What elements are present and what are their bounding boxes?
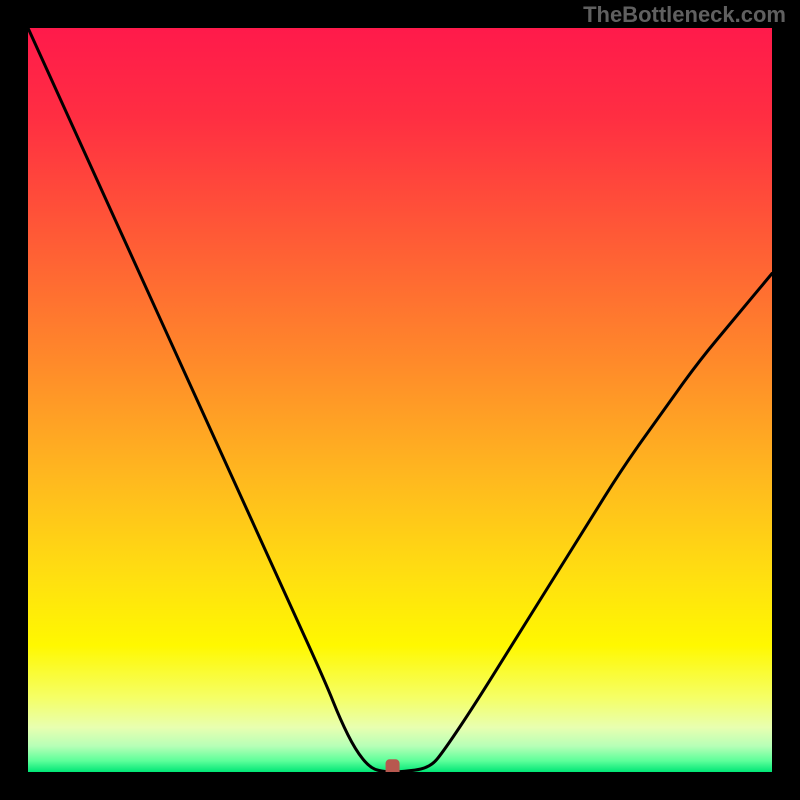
bottleneck-chart: [28, 28, 772, 772]
watermark-text: TheBottleneck.com: [583, 2, 786, 28]
plot-area: [28, 28, 772, 772]
optimal-point-marker: [386, 759, 400, 772]
gradient-background: [28, 28, 772, 772]
chart-frame: TheBottleneck.com: [0, 0, 800, 800]
